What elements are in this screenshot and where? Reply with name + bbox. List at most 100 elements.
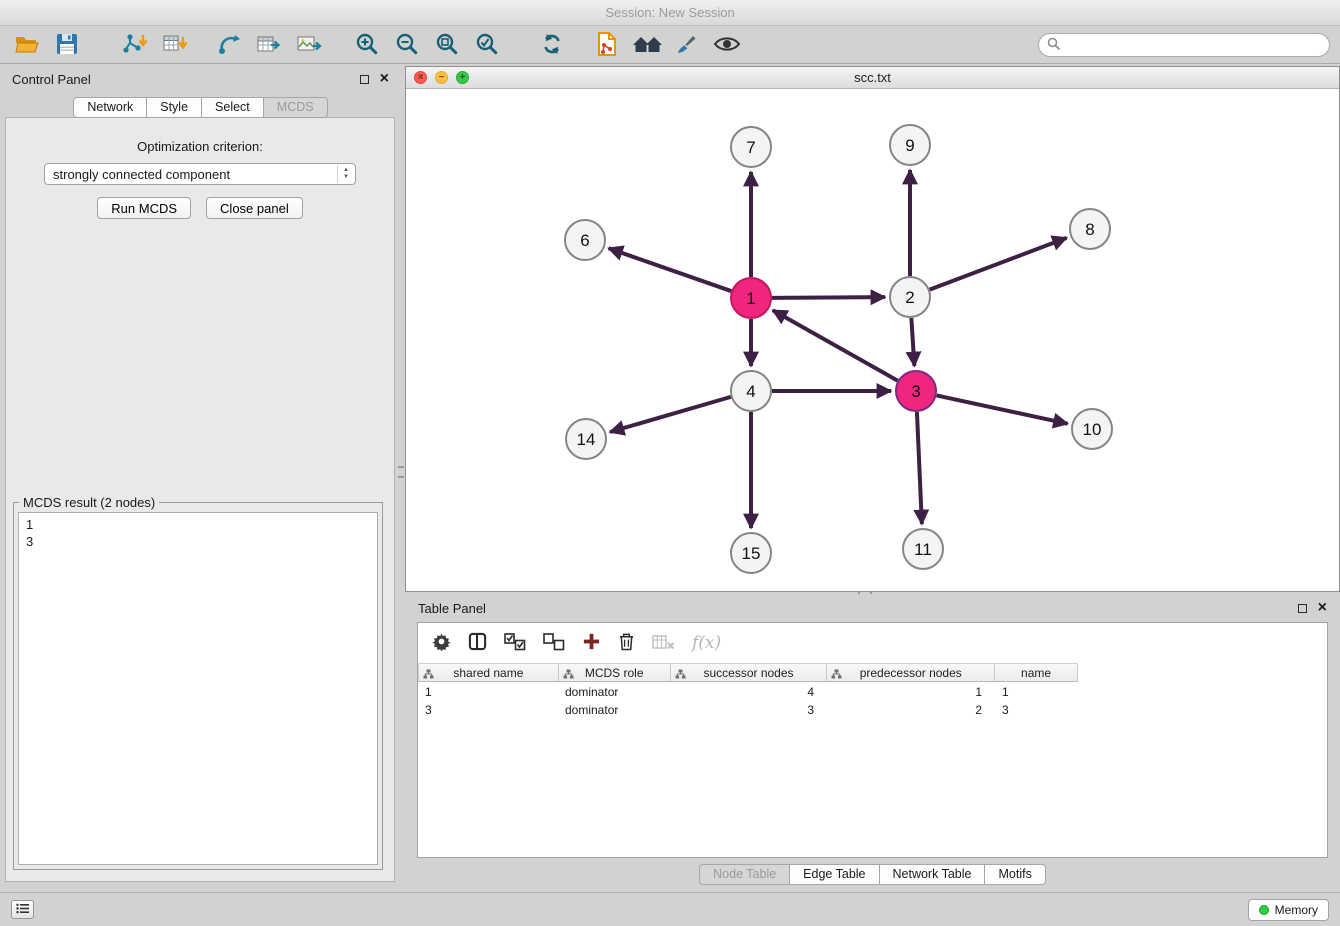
graph-edge-3-11[interactable] — [917, 412, 922, 524]
close-table-panel-icon[interactable]: × — [1318, 600, 1327, 616]
table-row[interactable]: 3 dominator 3 2 3 — [418, 702, 1327, 718]
task-history-button[interactable] — [11, 900, 34, 919]
apply-style-button[interactable] — [670, 30, 704, 61]
hierarchy-icon — [675, 668, 686, 682]
column-label: name — [1021, 666, 1051, 680]
result-line: 3 — [26, 533, 370, 550]
graph-edge-1-6[interactable] — [609, 248, 732, 291]
graph-edge-4-14[interactable] — [610, 397, 731, 432]
zoom-selected-icon — [475, 32, 499, 59]
refresh-button[interactable] — [535, 30, 569, 61]
zoom-fit-button[interactable] — [430, 30, 464, 61]
close-panel-icon[interactable]: × — [380, 71, 389, 87]
window-controls: × − + — [414, 71, 469, 84]
delete-column-button[interactable] — [618, 632, 635, 654]
show-columns-button[interactable] — [468, 632, 487, 654]
table-row[interactable]: 1 dominator 4 1 1 — [418, 684, 1327, 700]
new-network-button[interactable] — [212, 30, 246, 61]
zoom-in-button[interactable] — [350, 30, 384, 61]
control-panel-header: Control Panel × — [0, 66, 401, 92]
mcds-result-text[interactable]: 1 3 — [18, 512, 378, 865]
float-table-panel-icon[interactable] — [1298, 604, 1307, 613]
graph-node-15[interactable]: 15 — [731, 533, 771, 573]
close-panel-button[interactable]: Close panel — [206, 197, 303, 219]
save-floppy-icon — [55, 32, 79, 59]
checked-boxes-icon — [504, 633, 526, 654]
graph-node-label: 1 — [746, 289, 755, 308]
graph-edge-3-10[interactable] — [937, 395, 1068, 423]
network-window-titlebar[interactable]: × − + scc.txt — [406, 67, 1339, 89]
memory-button[interactable]: Memory — [1248, 899, 1329, 921]
network-canvas[interactable]: 7 9 6 8 1 2 4 3 14 10 15 11 — [406, 89, 1339, 591]
graph-node-11[interactable]: 11 — [903, 529, 943, 569]
tab-network-table[interactable]: Network Table — [880, 864, 986, 885]
tab-node-table[interactable]: Node Table — [699, 864, 790, 885]
tab-style[interactable]: Style — [147, 97, 202, 118]
cell-mcds-role: dominator — [558, 684, 670, 700]
close-window-icon[interactable]: × — [414, 71, 427, 84]
tab-network[interactable]: Network — [73, 97, 147, 118]
graph-node-label: 7 — [746, 138, 755, 157]
graph-node-3[interactable]: 3 — [896, 371, 936, 411]
graph-node-1[interactable]: 1 — [731, 278, 771, 318]
tab-select[interactable]: Select — [202, 97, 264, 118]
graph-edge-1-2[interactable] — [772, 297, 885, 298]
import-table-icon — [162, 32, 188, 59]
column-label: predecessor nodes — [860, 666, 962, 680]
column-header-name[interactable]: name — [995, 664, 1078, 681]
application-window: Session: New Session — [0, 0, 1340, 926]
vertical-splitter-handle[interactable] — [398, 466, 404, 478]
zoom-selected-button[interactable] — [470, 30, 504, 61]
graph-node-10[interactable]: 10 — [1072, 409, 1112, 449]
minimize-window-icon[interactable]: − — [435, 71, 448, 84]
graph-node-label: 10 — [1083, 420, 1102, 439]
memory-status-icon — [1259, 905, 1269, 915]
tab-motifs[interactable]: Motifs — [985, 864, 1045, 885]
graph-node-4[interactable]: 4 — [731, 371, 771, 411]
column-header-mcds-role[interactable]: MCDS role — [559, 664, 671, 681]
create-column-button[interactable] — [582, 632, 601, 654]
cell-mcds-role: dominator — [558, 702, 670, 718]
column-header-shared-name[interactable]: shared name — [419, 664, 559, 681]
zoom-out-icon — [395, 32, 419, 59]
graph-edge-3-1[interactable] — [773, 310, 898, 380]
save-session-button[interactable] — [50, 30, 84, 61]
criterion-dropdown[interactable]: strongly connected component ▲▼ — [44, 163, 356, 185]
export-table-button[interactable] — [252, 30, 286, 61]
import-network-button[interactable] — [118, 30, 152, 61]
control-panel-tabs: Network Style Select MCDS — [0, 97, 401, 118]
network-file-button[interactable] — [590, 30, 624, 61]
cell-successor-nodes: 3 — [670, 702, 827, 718]
deselect-all-button[interactable] — [543, 633, 565, 654]
toolbar-search[interactable] — [1038, 33, 1330, 57]
tab-mcds[interactable]: MCDS — [264, 97, 328, 118]
tab-edge-table[interactable]: Edge Table — [790, 864, 879, 885]
export-table-icon — [256, 32, 282, 59]
import-table-button[interactable] — [158, 30, 192, 61]
zoom-out-button[interactable] — [390, 30, 424, 61]
graph-node-6[interactable]: 6 — [565, 220, 605, 260]
select-all-button[interactable] — [504, 633, 526, 654]
graph-node-label: 4 — [746, 382, 755, 401]
graph-node-2[interactable]: 2 — [890, 277, 930, 317]
export-image-button[interactable] — [292, 30, 326, 61]
float-panel-icon[interactable] — [360, 75, 369, 84]
graph-edge-2-3[interactable] — [911, 318, 914, 366]
home-view-button[interactable] — [630, 30, 664, 61]
main-toolbar — [0, 27, 1340, 64]
run-mcds-button[interactable]: Run MCDS — [97, 197, 191, 219]
mcds-tab-content: Optimization criterion: strongly connect… — [5, 117, 395, 882]
graph-node-8[interactable]: 8 — [1070, 209, 1110, 249]
column-label: successor nodes — [703, 666, 793, 680]
search-input[interactable] — [1065, 38, 1321, 53]
show-graphics-button[interactable] — [710, 30, 744, 61]
graph-node-7[interactable]: 7 — [731, 127, 771, 167]
graph-node-9[interactable]: 9 — [890, 125, 930, 165]
graph-edge-2-8[interactable] — [930, 238, 1067, 290]
graph-node-14[interactable]: 14 — [566, 419, 606, 459]
column-header-predecessor-nodes[interactable]: predecessor nodes — [827, 664, 995, 681]
table-settings-button[interactable] — [432, 632, 451, 654]
open-session-button[interactable] — [10, 30, 44, 61]
column-header-successor-nodes[interactable]: successor nodes — [671, 664, 828, 681]
zoom-window-icon[interactable]: + — [456, 71, 469, 84]
